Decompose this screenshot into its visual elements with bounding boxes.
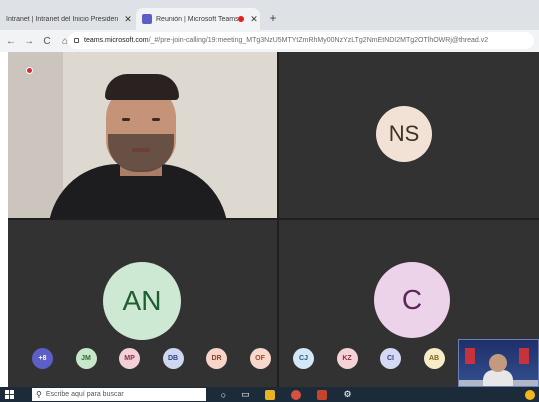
participant-avatar[interactable]: JM — [75, 348, 97, 369]
search-icon: ⚲ — [36, 390, 42, 399]
participant-avatar[interactable]: CJ — [293, 348, 314, 369]
thumbnail-person-head — [489, 354, 507, 372]
browser-tab-strip: Intranet | Intranet del Inicio Presiden … — [0, 0, 539, 30]
video-background-shadow — [8, 52, 63, 218]
participant-avatar[interactable]: MP — [119, 348, 140, 369]
taskbar-search-input[interactable]: ⚲ Escribe aquí para buscar — [32, 388, 206, 401]
reload-icon[interactable]: C — [40, 36, 54, 47]
cortana-icon[interactable]: ○ — [218, 389, 229, 400]
participant-mouth — [132, 148, 150, 152]
windows-logo-icon — [4, 390, 14, 399]
close-icon[interactable]: ✕ — [248, 14, 260, 25]
avatar: AN — [103, 262, 181, 340]
settings-icon[interactable]: ⚙ — [342, 389, 353, 400]
windows-start-icon[interactable] — [0, 387, 18, 402]
close-icon[interactable]: ✕ — [122, 14, 134, 25]
video-tile[interactable] — [8, 52, 277, 218]
recording-indicator-icon — [26, 67, 33, 74]
lock-icon — [74, 38, 79, 43]
url-host: teams.microsoft.com — [84, 37, 149, 44]
forward-icon[interactable]: → — [22, 36, 36, 47]
windows-taskbar: ⚲ Escribe aquí para buscar ○ ▭ ⚙ — [0, 387, 539, 402]
powerpoint-icon[interactable] — [316, 389, 327, 400]
thumbnail-flag — [519, 348, 529, 364]
avatar: NS — [376, 106, 432, 162]
recording-icon — [238, 16, 244, 22]
participant-avatar[interactable]: KZ — [336, 348, 358, 369]
back-icon[interactable]: ← — [4, 36, 18, 47]
participant-avatar[interactable]: CI — [380, 348, 401, 369]
thumbnail-flag — [465, 348, 475, 364]
task-view-icon[interactable]: ▭ — [240, 389, 251, 400]
notification-icon[interactable] — [524, 389, 535, 400]
search-placeholder: Escribe aquí para buscar — [45, 391, 124, 398]
teams-icon — [142, 14, 152, 24]
url-path: /_#/pre-join-calling/19:meeting_MTg3NzU5… — [148, 37, 489, 44]
participant-eye — [122, 118, 130, 121]
chrome-icon[interactable] — [290, 389, 301, 400]
participant-avatar[interactable]: AB — [423, 348, 445, 369]
participant-hair — [105, 74, 179, 100]
tab-intranet[interactable]: Intranet | Intranet del Inicio Presiden … — [0, 8, 134, 30]
screen: Intranet | Intranet del Inicio Presiden … — [0, 0, 539, 402]
new-tab-button[interactable]: + — [266, 11, 280, 25]
thumbnail-person-body — [483, 370, 513, 386]
file-explorer-icon[interactable] — [264, 389, 275, 400]
tab-label: Intranet | Intranet del Inicio Presiden — [6, 15, 119, 23]
participant-avatar-row: +8 JM MP DB DR OF CJ KZ CI AB — [8, 348, 458, 372]
participant-avatar[interactable]: DB — [162, 348, 184, 369]
participant-avatar[interactable]: DR — [206, 348, 227, 369]
participant-avatar[interactable]: OF — [249, 348, 271, 369]
address-bar-row: ← → C ⌂ teams.microsoft.com/_#/pre-join-… — [0, 30, 539, 52]
participant-tile-ns[interactable]: NS — [279, 52, 539, 218]
participant-avatar[interactable]: +8 — [32, 348, 53, 369]
url-input[interactable]: teams.microsoft.com/_#/pre-join-calling/… — [68, 32, 534, 49]
meeting-stage: NS AN C +8 JM MP DB DR OF CJ KZ CI AB — [8, 52, 539, 387]
tab-teams-meeting[interactable]: Reunión | Microsoft Teams ✕ — [136, 8, 260, 30]
participant-eye — [152, 118, 160, 121]
avatar: C — [374, 262, 450, 338]
tab-label: Reunión | Microsoft Teams — [156, 15, 238, 23]
self-view-thumbnail[interactable] — [458, 339, 539, 387]
